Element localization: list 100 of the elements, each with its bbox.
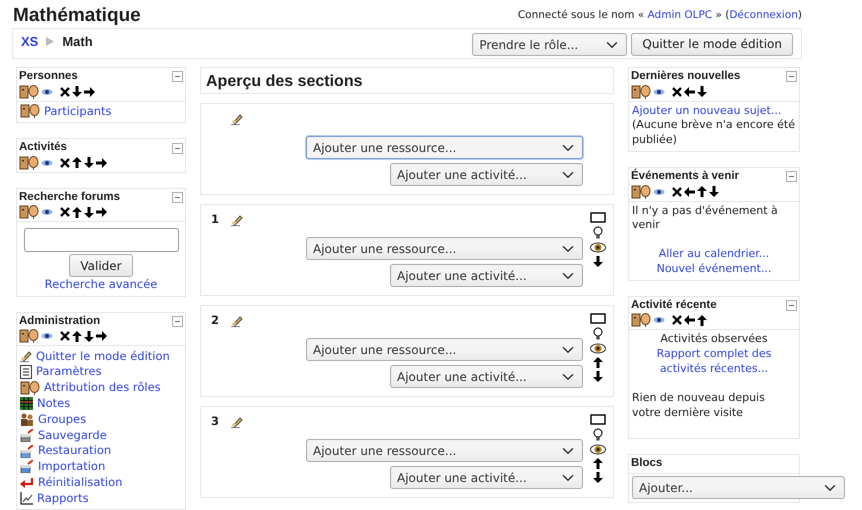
delete-icon[interactable]	[60, 331, 70, 342]
down-arrow-icon[interactable]	[697, 86, 707, 98]
delete-icon[interactable]	[60, 86, 70, 97]
light-bulb-icon[interactable]	[593, 428, 603, 441]
info-text: (Aucune brève n'a encore été publiée)	[632, 118, 796, 148]
delete-icon[interactable]	[672, 86, 682, 97]
block-link[interactable]: Nouvel événement...	[632, 262, 796, 277]
eye-icon[interactable]	[653, 188, 665, 196]
edit-summary-icon[interactable]	[231, 114, 243, 126]
menu-link[interactable]: Quitter le mode édition	[36, 348, 170, 364]
left-arrow-icon[interactable]	[684, 315, 695, 326]
rectangle-icon[interactable]	[590, 313, 606, 324]
breadcrumb-link[interactable]: XS	[21, 33, 38, 51]
down-arrow-icon[interactable]	[84, 206, 94, 218]
up-arrow-icon[interactable]	[593, 458, 603, 469]
eye-icon[interactable]	[590, 444, 606, 455]
role-select[interactable]: Prendre le rôle...	[472, 33, 628, 56]
role-faces-icon[interactable]	[19, 156, 39, 170]
role-faces-icon[interactable]	[631, 84, 651, 99]
role-faces-icon[interactable]	[631, 184, 651, 199]
up-arrow-icon[interactable]	[593, 357, 603, 368]
role-faces-icon[interactable]	[19, 329, 39, 344]
down-arrow-icon[interactable]	[84, 330, 94, 342]
light-bulb-icon[interactable]	[593, 226, 603, 239]
eye-icon[interactable]	[41, 332, 53, 340]
add-activity-select[interactable]: Ajouter une activité...	[390, 163, 583, 186]
menu-link[interactable]: Paramètres	[36, 364, 102, 380]
down-arrow-icon[interactable]	[593, 472, 603, 483]
menu-link[interactable]: Notes	[37, 396, 70, 412]
collapse-icon[interactable]	[786, 171, 797, 182]
block-link[interactable]: Aller au calendrier...	[632, 247, 796, 262]
edit-summary-icon[interactable]	[231, 417, 243, 428]
eye-icon[interactable]	[41, 158, 53, 167]
delete-icon[interactable]	[60, 158, 70, 168]
eye-icon[interactable]	[590, 242, 606, 253]
rectangle-icon[interactable]	[590, 212, 606, 223]
add-resource-select[interactable]: Ajouter une ressource...	[306, 338, 583, 361]
left-arrow-icon[interactable]	[684, 186, 695, 197]
submit-button[interactable]: Valider	[69, 254, 133, 278]
add-topic-link[interactable]: Ajouter un nouveau sujet...	[632, 104, 796, 118]
edit-summary-icon[interactable]	[231, 215, 243, 226]
rectangle-icon[interactable]	[590, 414, 606, 425]
right-arrow-icon[interactable]	[96, 158, 107, 168]
block-link[interactable]: Recherche avancée	[20, 277, 182, 293]
down-arrow-icon[interactable]	[709, 186, 719, 198]
add-resource-select[interactable]: Ajouter une ressource...	[306, 136, 583, 159]
add-activity-select[interactable]: Ajouter une activité...	[390, 365, 583, 388]
role-faces-icon[interactable]	[19, 84, 39, 99]
menu-link[interactable]: Restauration	[38, 443, 112, 459]
up-arrow-icon[interactable]	[697, 186, 707, 198]
light-bulb-icon[interactable]	[593, 327, 603, 340]
block-link[interactable]: Rapport complet des activités récentes...	[632, 347, 796, 377]
user-link[interactable]: Admin OLPC	[648, 9, 712, 21]
eye-icon[interactable]	[653, 88, 665, 96]
add-activity-select[interactable]: Ajouter une activité...	[390, 264, 583, 287]
up-arrow-icon[interactable]	[697, 314, 707, 326]
add-resource-select[interactable]: Ajouter une ressource...	[306, 439, 583, 462]
menu-link[interactable]: Importation	[38, 459, 106, 475]
login-status: Connecté sous le nom « Admin OLPC » (Déconnexion)	[518, 8, 802, 23]
block-title: Dernières nouvelles	[631, 69, 740, 84]
menu-link[interactable]: Sauvegarde	[38, 428, 107, 444]
breadcrumb-current: Math	[62, 33, 93, 51]
up-arrow-icon[interactable]	[72, 330, 82, 342]
delete-icon[interactable]	[60, 207, 70, 218]
role-faces-icon[interactable]	[19, 205, 39, 220]
collapse-icon[interactable]	[786, 300, 797, 312]
collapse-icon[interactable]	[172, 142, 183, 154]
delete-icon[interactable]	[672, 186, 682, 197]
menu-link[interactable]: Rapports	[37, 490, 89, 506]
collapse-icon[interactable]	[786, 71, 797, 82]
right-arrow-icon[interactable]	[96, 331, 107, 342]
quit-editing-button[interactable]: Quitter le mode édition	[631, 33, 793, 56]
down-arrow-icon[interactable]	[72, 86, 82, 98]
up-arrow-icon[interactable]	[72, 157, 82, 168]
menu-link[interactable]: Participants	[44, 104, 112, 120]
role-faces-icon[interactable]	[631, 313, 651, 328]
eye-icon[interactable]	[41, 208, 53, 216]
right-arrow-icon[interactable]	[84, 86, 95, 97]
down-arrow-icon[interactable]	[84, 157, 94, 168]
logout-link[interactable]: Déconnexion	[729, 9, 798, 21]
menu-link[interactable]: Groupes	[38, 412, 86, 428]
add-resource-select[interactable]: Ajouter une ressource...	[306, 237, 583, 260]
up-arrow-icon[interactable]	[72, 206, 82, 218]
down-arrow-icon[interactable]	[593, 371, 603, 382]
edit-summary-icon[interactable]	[231, 316, 243, 328]
down-arrow-icon[interactable]	[593, 256, 603, 267]
collapse-icon[interactable]	[172, 316, 183, 328]
menu-link[interactable]: Attribution des rôles	[44, 380, 161, 396]
right-arrow-icon[interactable]	[96, 207, 107, 218]
eye-icon[interactable]	[653, 316, 665, 324]
left-arrow-icon[interactable]	[684, 86, 695, 97]
add-block-select[interactable]: Ajouter...	[632, 476, 845, 500]
collapse-icon[interactable]	[172, 192, 183, 204]
eye-icon[interactable]	[590, 343, 606, 354]
menu-link[interactable]: Réinitialisation	[38, 474, 122, 490]
add-activity-select[interactable]: Ajouter une activité...	[390, 466, 583, 489]
eye-icon[interactable]	[41, 88, 53, 96]
search-field[interactable]	[24, 228, 178, 252]
collapse-icon[interactable]	[172, 71, 183, 82]
delete-icon[interactable]	[672, 315, 682, 326]
